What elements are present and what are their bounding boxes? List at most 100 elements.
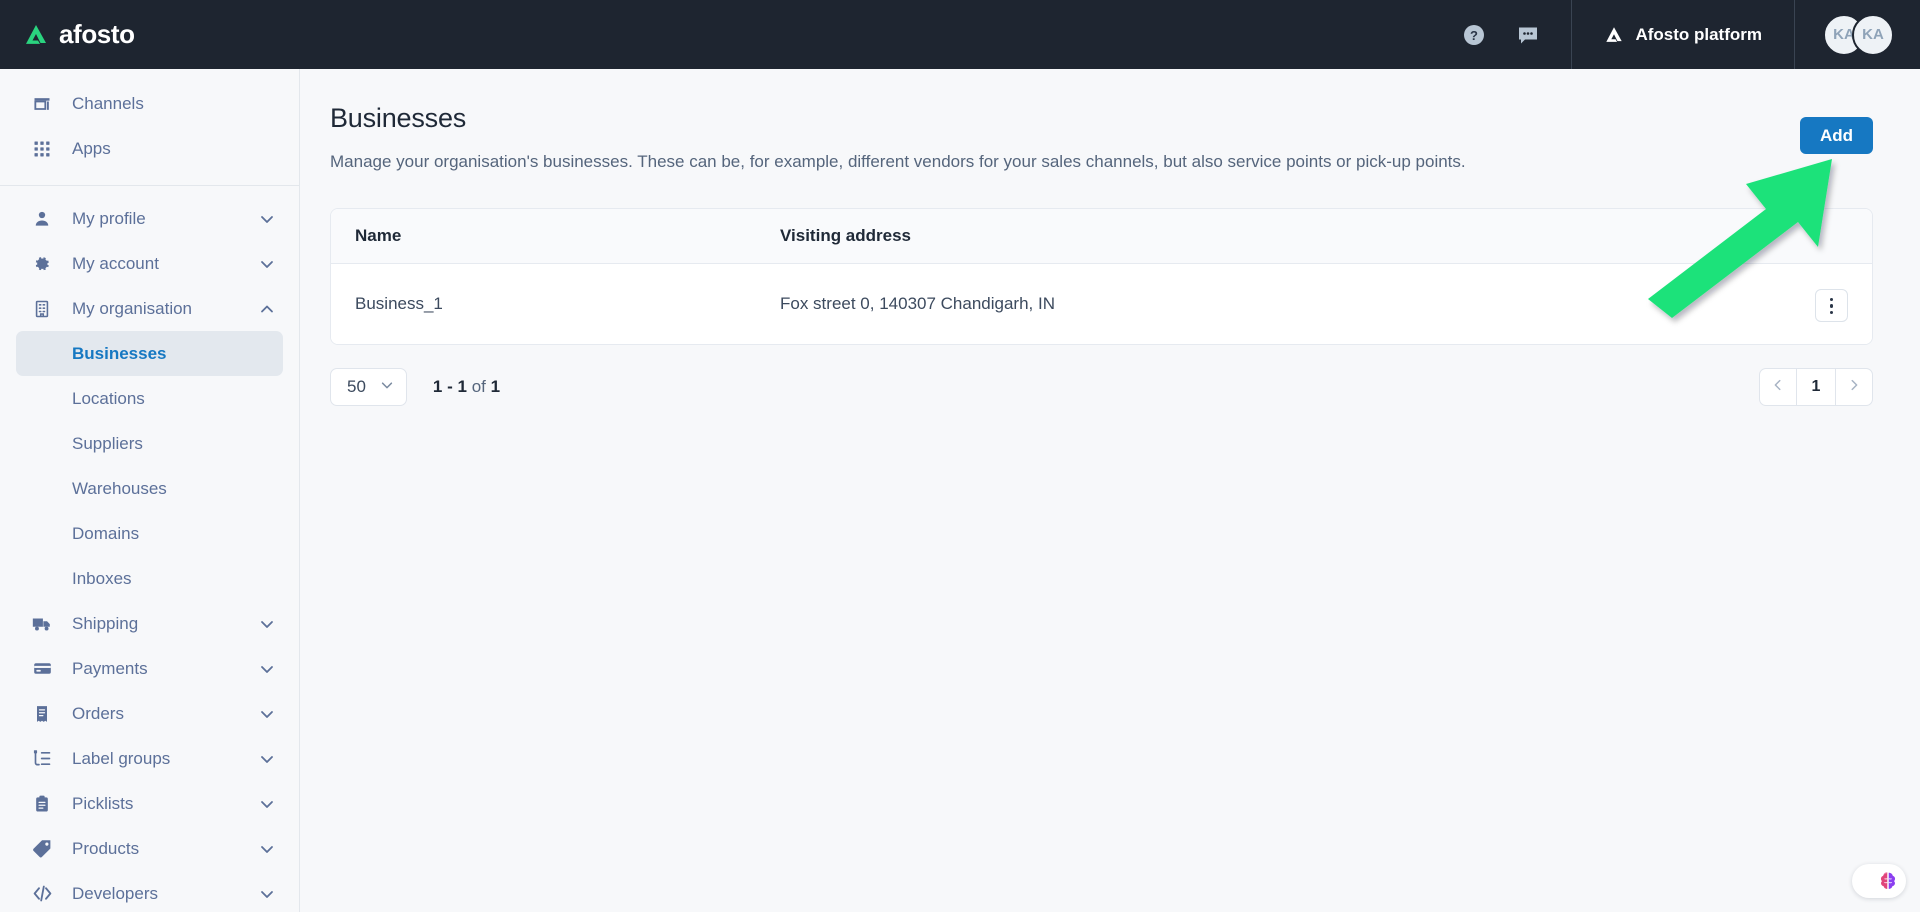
column-header-actions [1782,209,1872,264]
chevron-down-icon[interactable] [259,211,275,227]
sidebar-item-developers[interactable]: Developers [16,871,283,912]
range-total: 1 [490,377,501,397]
sidebar-item-label: Apps [72,138,111,158]
clipboard-icon [30,793,54,815]
chevron-down-icon[interactable] [259,886,275,902]
receipt-icon [30,703,54,725]
sidebar-item-orders[interactable]: Orders [16,691,283,736]
sidebar-item-label: Products [72,838,140,858]
truck-icon [30,613,54,635]
sidebar-item-my-account[interactable]: My account [16,241,283,286]
user-icon [30,208,54,230]
cell-actions [1782,263,1872,345]
sidebar-item-label: Shipping [72,613,139,633]
sidebar-item-label: Developers [72,883,158,903]
sidebar-item-apps[interactable]: Apps [16,126,283,171]
code-brackets-icon [30,883,54,905]
pagination-prev-button[interactable] [1759,368,1797,407]
chevron-left-icon [1771,378,1785,397]
sidebar-item-label: Locations [72,388,145,408]
storefront-icon [30,93,54,115]
building-icon [30,298,54,320]
range-start: 1 [432,377,443,397]
sidebar-item-label: Picklists [72,793,134,813]
chevron-down-icon[interactable] [259,796,275,812]
sidebar-item-label: Businesses [72,343,167,363]
pagination-page-1[interactable]: 1 [1797,368,1835,407]
chevron-down-icon[interactable] [259,841,275,857]
businesses-table: Name Visiting address Business_1 Fox stre… [331,209,1872,345]
pagination-bar: 50 1 - 1 of 1 1 [330,368,1873,407]
afosto-triangle-icon [1606,26,1623,42]
per-page-value: 50 [347,377,366,397]
chevron-down-icon [380,377,394,397]
app-root: afosto ? Afosto platform KA KA Channels … [0,0,1920,912]
sidebar-item-my-profile[interactable]: My profile [16,196,283,241]
sidebar-item-picklists[interactable]: Picklists [16,781,283,826]
tree-list-icon [30,748,54,770]
ai-assistant-widget[interactable] [1852,864,1906,898]
topbar-icon-group: ? [1461,0,1571,69]
chevron-up-icon[interactable] [259,301,275,317]
sidebar-item-products[interactable]: Products [16,826,283,871]
top-bar: afosto ? Afosto platform KA KA [0,0,1920,69]
chat-bubble-icon[interactable] [1515,22,1541,48]
chevron-down-icon[interactable] [259,751,275,767]
avatar[interactable]: KA [1852,13,1894,56]
kebab-menu-icon[interactable] [1815,289,1848,323]
sidebar-item-warehouses[interactable]: Warehouses [16,466,283,511]
sidebar-item-payments[interactable]: Payments [16,646,283,691]
column-header-name: Name [331,209,756,264]
sidebar-item-channels[interactable]: Channels [16,81,283,126]
sidebar-item-my-organisation[interactable]: My organisation [16,286,283,331]
sidebar-item-shipping[interactable]: Shipping [16,601,283,646]
table-head: Name Visiting address [331,209,1872,264]
table-row[interactable]: Business_1 Fox street 0, 140307 Chandigar… [331,263,1872,345]
brand-logo-area[interactable]: afosto [0,19,300,50]
sidebar-item-label: Payments [72,658,148,678]
sidebar: Channels Apps My profile My account My org… [0,69,300,912]
brand-name: afosto [59,19,135,49]
sidebar-top-group: Channels Apps [0,69,299,186]
gear-icon [30,253,54,275]
page-title: Businesses [330,103,467,133]
question-circle-icon[interactable]: ? [1461,22,1487,48]
sidebar-item-inboxes[interactable]: Inboxes [16,556,283,601]
sidebar-item-label: My profile [72,208,146,228]
pagination-nav: 1 [1759,368,1873,407]
sidebar-item-label: Suppliers [72,433,143,453]
of-word: of [471,377,486,397]
sidebar-item-label: Domains [72,523,140,543]
pagination-range: 1 - 1 of 1 [432,377,501,397]
sidebar-item-label: My account [72,253,159,273]
column-header-visiting-address: Visiting address [756,209,1782,264]
chevron-down-icon[interactable] [259,256,275,272]
sidebar-item-label: Orders [72,703,124,723]
sidebar-item-label-groups[interactable]: Label groups [16,736,283,781]
per-page-select[interactable]: 50 [330,368,407,407]
avatar-group[interactable]: KA KA [1795,0,1920,69]
afosto-triangle-logo-icon [26,24,46,44]
grid-apps-icon [30,138,54,160]
tag-icon [30,838,54,860]
brain-icon [1880,872,1896,890]
page-description: Manage your organisation's businesses. T… [330,152,1466,171]
sidebar-item-locations[interactable]: Locations [16,376,283,421]
svg-text:?: ? [1470,28,1478,43]
platform-switcher[interactable]: Afosto platform [1572,0,1794,69]
add-button[interactable]: Add [1799,117,1873,154]
sidebar-item-businesses[interactable]: Businesses [16,331,283,376]
table-header-row: Name Visiting address [331,209,1872,264]
chevron-down-icon[interactable] [259,706,275,722]
sidebar-main-group: My profile My account My organisation Busin… [0,186,299,912]
chevron-down-icon[interactable] [259,616,275,632]
range-end: 1 [457,377,467,397]
chevron-down-icon[interactable] [259,661,275,677]
credit-card-icon [30,658,54,680]
pagination-next-button[interactable] [1835,368,1873,407]
sidebar-item-suppliers[interactable]: Suppliers [16,421,283,466]
sidebar-item-label: Warehouses [72,478,167,498]
cell-visiting-address: Fox street 0, 140307 Chandigarh, IN [756,263,1782,345]
sidebar-item-domains[interactable]: Domains [16,511,283,556]
table-body: Business_1 Fox street 0, 140307 Chandigar… [331,263,1872,345]
